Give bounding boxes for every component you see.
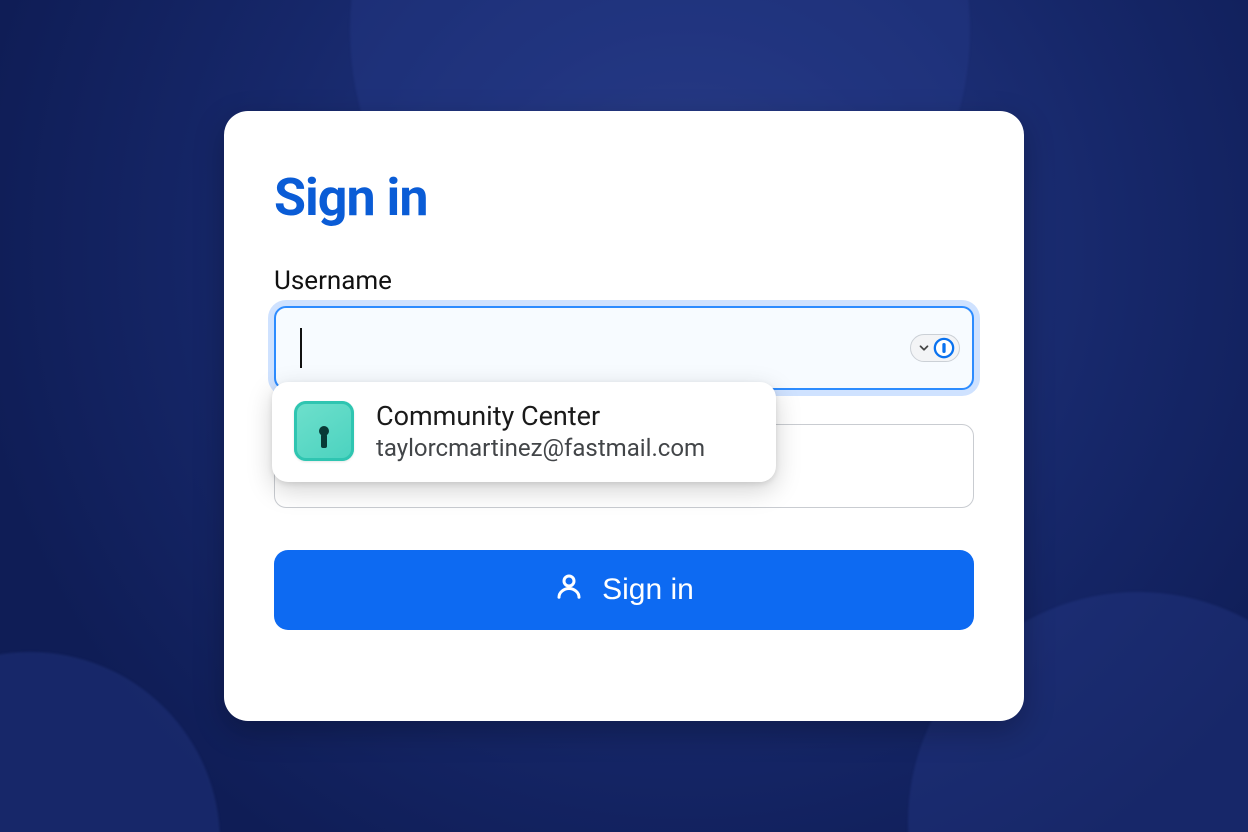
autofill-text: Community Center taylorcmartinez@fastmai… bbox=[376, 400, 705, 462]
password-manager-pill[interactable] bbox=[910, 334, 960, 362]
autofill-subtitle: taylorcmartinez@fastmail.com bbox=[376, 434, 705, 462]
text-caret bbox=[300, 328, 302, 368]
autofill-suggestion[interactable]: Community Center taylorcmartinez@fastmai… bbox=[272, 382, 776, 482]
chevron-down-icon bbox=[917, 341, 931, 355]
username-label: Username bbox=[274, 266, 974, 296]
keyhole-icon bbox=[319, 426, 329, 436]
page-title: Sign in bbox=[274, 167, 974, 228]
signin-button[interactable]: Sign in bbox=[274, 550, 974, 630]
username-input[interactable] bbox=[274, 306, 974, 390]
onepassword-icon bbox=[933, 337, 955, 359]
user-icon bbox=[554, 571, 584, 609]
autofill-title: Community Center bbox=[376, 400, 705, 432]
background-bubble bbox=[0, 652, 220, 832]
signin-button-label: Sign in bbox=[602, 573, 694, 607]
vault-icon bbox=[294, 401, 354, 461]
signin-card: Sign in Username Password bbox=[224, 111, 1024, 721]
username-input-wrap bbox=[274, 306, 974, 390]
